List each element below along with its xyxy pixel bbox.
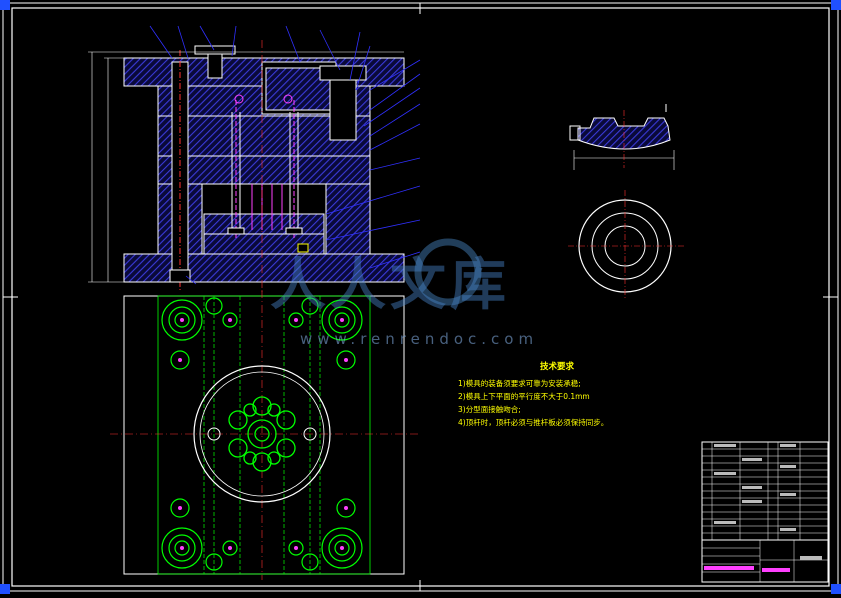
requirement-item: 3)分型面接触吻合; [458, 405, 521, 414]
corner-grip-bl [0, 584, 10, 594]
requirement-item: 4)顶杆时，顶杆必须与推杆板必须保持同步。 [458, 418, 609, 427]
title-block [701, 441, 829, 583]
corner-grip-tl [0, 0, 10, 10]
requirement-item: 1)模具的装备须要求可靠为安装承稳; [458, 379, 581, 388]
requirements-title: 技术要求 [540, 362, 575, 372]
part-section-detail [569, 104, 675, 170]
part-plan-detail [568, 190, 684, 300]
watermark-url: www.renrendoc.com [300, 330, 539, 348]
corner-grip-tr [831, 0, 841, 10]
requirement-item: 2)模具上下平面的平行度不大于0.1mm [458, 392, 590, 401]
watermark-brand: 人人文库 [270, 253, 510, 318]
corner-grip-br [831, 584, 841, 594]
cad-drawing: 人人文库 www.renrendoc.com 技术要求 1)模具的装备须要求可靠… [0, 0, 841, 594]
